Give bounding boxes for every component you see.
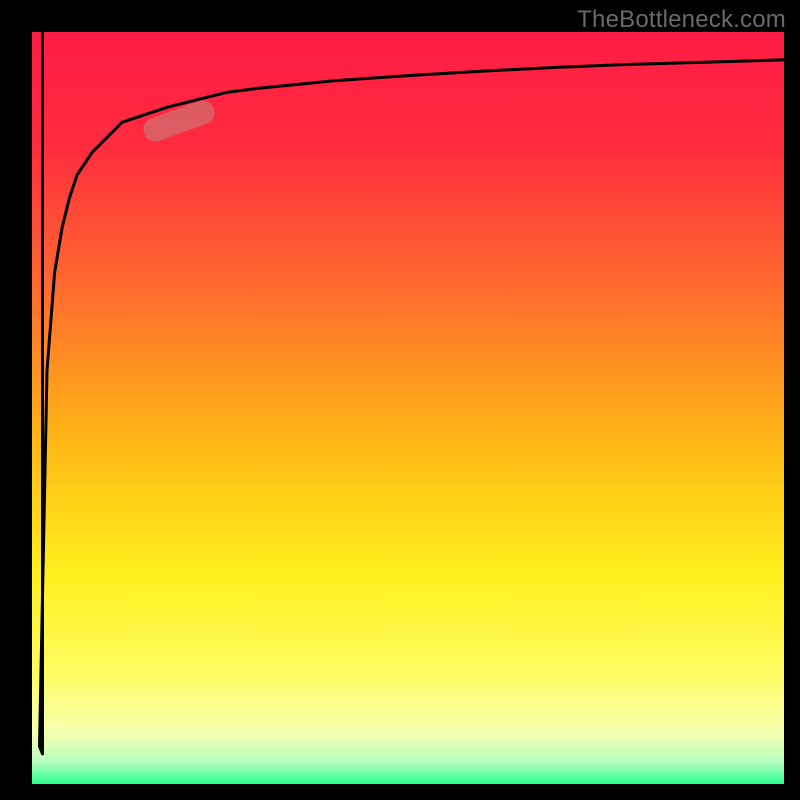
watermark-label: TheBottleneck.com: [577, 6, 786, 34]
plot-area: [32, 32, 784, 784]
bottleneck-curve: [32, 32, 784, 784]
chart-frame: TheBottleneck.com: [0, 0, 800, 800]
